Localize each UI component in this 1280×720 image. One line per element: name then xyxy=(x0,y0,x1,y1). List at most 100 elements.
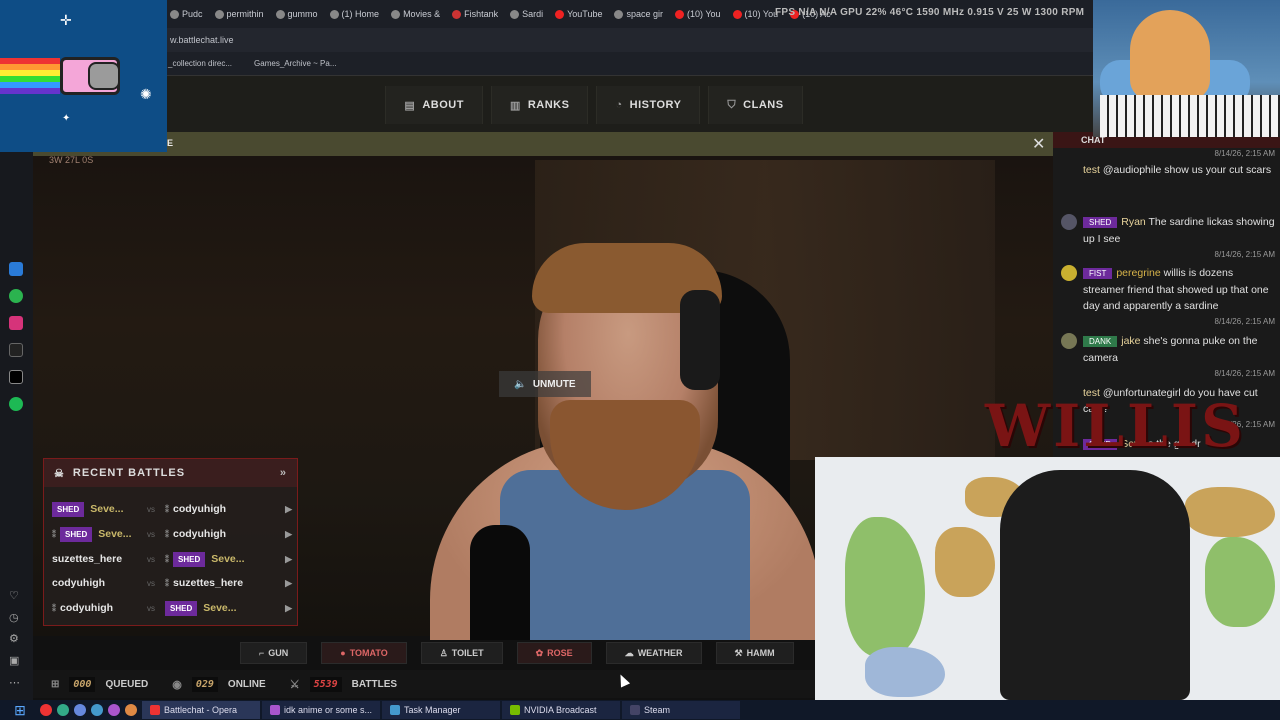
app-icon[interactable] xyxy=(125,704,137,716)
task-label: Steam xyxy=(644,705,671,715)
app-icon[interactable] xyxy=(74,704,86,716)
nav-ranks[interactable]: ▥ RANKS xyxy=(490,86,589,124)
messenger-icon[interactable] xyxy=(9,262,23,276)
edge-icon[interactable] xyxy=(91,704,103,716)
nav-label: CLANS xyxy=(743,99,784,111)
nav-history[interactable]: ◔ HISTORY xyxy=(596,86,701,124)
play-icon[interactable]: ▶ xyxy=(285,504,292,515)
chat-username[interactable]: peregrine xyxy=(1116,267,1160,279)
battle-row[interactable]: suzettes_here vs ⁑ SHED Seve... ▶ xyxy=(52,549,292,569)
rose-button[interactable]: ✿ ROSE xyxy=(516,642,592,664)
settings-icon[interactable]: ⚙ xyxy=(9,632,23,646)
windows-start-icon[interactable]: ⊞ xyxy=(0,700,40,720)
close-icon[interactable]: ✕ xyxy=(1032,134,1045,154)
play-icon[interactable]: ▶ xyxy=(285,554,292,565)
hammer-button[interactable]: ⚒ HAMM xyxy=(715,642,794,664)
play-icon[interactable]: ▶ xyxy=(285,578,292,589)
browser-tab[interactable]: (10) You xyxy=(670,3,726,25)
chat-username[interactable]: test xyxy=(1083,164,1100,176)
headphones xyxy=(680,290,720,390)
chat-message: test @audiophile show us your cut scars xyxy=(1083,162,1275,178)
history-icon[interactable]: ◷ xyxy=(9,611,23,625)
task-anime[interactable]: idk anime or some s... xyxy=(262,701,380,719)
task-battlechat[interactable]: Battlechat - Opera xyxy=(142,701,260,719)
star-icon: ✛ xyxy=(60,12,72,28)
tomato-button[interactable]: ● TOMATO xyxy=(321,642,407,664)
unmute-button[interactable]: 🔈 UNMUTE xyxy=(499,371,591,397)
browser-tab[interactable]: (1) Home xyxy=(325,3,385,25)
bookmark-item[interactable]: _collection direc... xyxy=(168,59,232,68)
opera-icon[interactable] xyxy=(40,704,52,716)
map-land xyxy=(865,647,945,697)
player-name: codyuhigh xyxy=(52,577,106,589)
browser-tab[interactable]: space gir xyxy=(609,3,668,25)
nav-label: RANKS xyxy=(527,99,570,111)
rank-icon: ⁑ xyxy=(165,504,169,514)
rank-icon: ⁑ xyxy=(165,554,169,564)
bookmark-item[interactable]: Games_Archive ~ Pa... xyxy=(254,59,336,68)
app-icon[interactable] xyxy=(57,704,69,716)
more-icon[interactable]: ⋯ xyxy=(9,676,23,690)
action-bar: ⌐ GUN ● TOMATO ♙ TOILET ✿ ROSE ☁ WEATHER ⚒ HAM… xyxy=(240,642,815,666)
player-name: Seve... xyxy=(90,503,124,515)
task-manager[interactable]: Task Manager xyxy=(382,701,500,719)
play-icon[interactable]: ▶ xyxy=(285,603,292,614)
clan-badge: SHED xyxy=(173,551,206,567)
cube-icon[interactable]: ▣ xyxy=(9,654,23,668)
map-land xyxy=(1185,487,1275,537)
app-icon[interactable] xyxy=(108,704,120,716)
player-name: codyuhigh xyxy=(173,528,227,540)
chat-time: 8/14/26, 2:15 AM xyxy=(1214,250,1276,259)
tab-title: space gir xyxy=(626,9,664,19)
chat-username[interactable]: Ryan xyxy=(1121,216,1146,228)
player-name: Seve... xyxy=(98,528,132,540)
avatar xyxy=(1061,214,1077,230)
action-label: TOMATO xyxy=(349,648,388,658)
tomato-icon: ● xyxy=(340,648,346,658)
browser-tab[interactable]: YouTube xyxy=(550,3,607,25)
taskbar: ⊞ Battlechat - Opera idk anime or some s… xyxy=(0,700,1280,720)
battle-row[interactable]: ⁑ SHED Seve... vs ⁑ codyuhigh ▶ xyxy=(52,524,292,544)
heart-icon[interactable]: ♡ xyxy=(9,589,23,603)
chat-username[interactable]: jake xyxy=(1121,335,1140,347)
banner-text: E xyxy=(167,138,174,148)
nyan-cat-head xyxy=(88,62,120,90)
weather-button[interactable]: ☁ WEATHER xyxy=(605,642,702,664)
spotify-icon[interactable] xyxy=(9,397,23,411)
battle-row[interactable]: codyuhigh vs ⁑ suzettes_here ▶ xyxy=(52,573,292,593)
rainbow-stripe xyxy=(0,88,60,94)
x-icon[interactable] xyxy=(9,370,23,384)
nav-clans[interactable]: ⛉ CLANS xyxy=(708,86,803,124)
recent-battles-header: ☠ RECENT BATTLES » xyxy=(44,459,297,487)
browser-tab[interactable]: permithin xyxy=(210,3,269,25)
player-name: suzettes_here xyxy=(52,553,123,565)
battle-row[interactable]: SHED Seve... vs ⁑ codyuhigh ▶ xyxy=(52,499,292,519)
whatsapp-icon[interactable] xyxy=(9,289,23,303)
task-label: Battlechat - Opera xyxy=(164,705,238,715)
toilet-button[interactable]: ♙ TOILET xyxy=(420,642,503,664)
star-icon: ✦ xyxy=(62,113,71,124)
browser-tab[interactable]: gummo xyxy=(271,3,323,25)
vs-label: vs xyxy=(147,529,155,539)
book-icon: ▤ xyxy=(404,99,416,112)
play-icon[interactable]: ▶ xyxy=(285,529,292,540)
battle-row[interactable]: ⁑ codyuhigh vs SHED Seve... ▶ xyxy=(52,598,292,618)
youtube-icon xyxy=(555,9,565,19)
nav-label: HISTORY xyxy=(629,99,682,111)
browser-tab[interactable]: Pudc xyxy=(165,3,208,25)
browser-tab[interactable]: Fishtank xyxy=(447,3,503,25)
battles-label: BATTLES xyxy=(351,678,398,690)
online-count: 029 xyxy=(191,676,218,692)
browser-tab[interactable]: Sardi xyxy=(505,3,548,25)
tiktok-icon[interactable] xyxy=(9,343,23,357)
instagram-icon[interactable] xyxy=(9,316,23,330)
expand-icon[interactable]: » xyxy=(280,467,287,479)
bars-icon: ▥ xyxy=(509,99,521,112)
nav-about[interactable]: ▤ ABOUT xyxy=(385,86,483,124)
task-steam[interactable]: Steam xyxy=(622,701,740,719)
tab-favicon-icon xyxy=(614,9,624,19)
task-nvidia[interactable]: NVIDIA Broadcast xyxy=(502,701,620,719)
chat-text: @audiophile show us your cut scars xyxy=(1102,164,1272,176)
gun-button[interactable]: ⌐ GUN xyxy=(240,642,308,664)
browser-tab[interactable]: Movies & xyxy=(386,3,445,25)
